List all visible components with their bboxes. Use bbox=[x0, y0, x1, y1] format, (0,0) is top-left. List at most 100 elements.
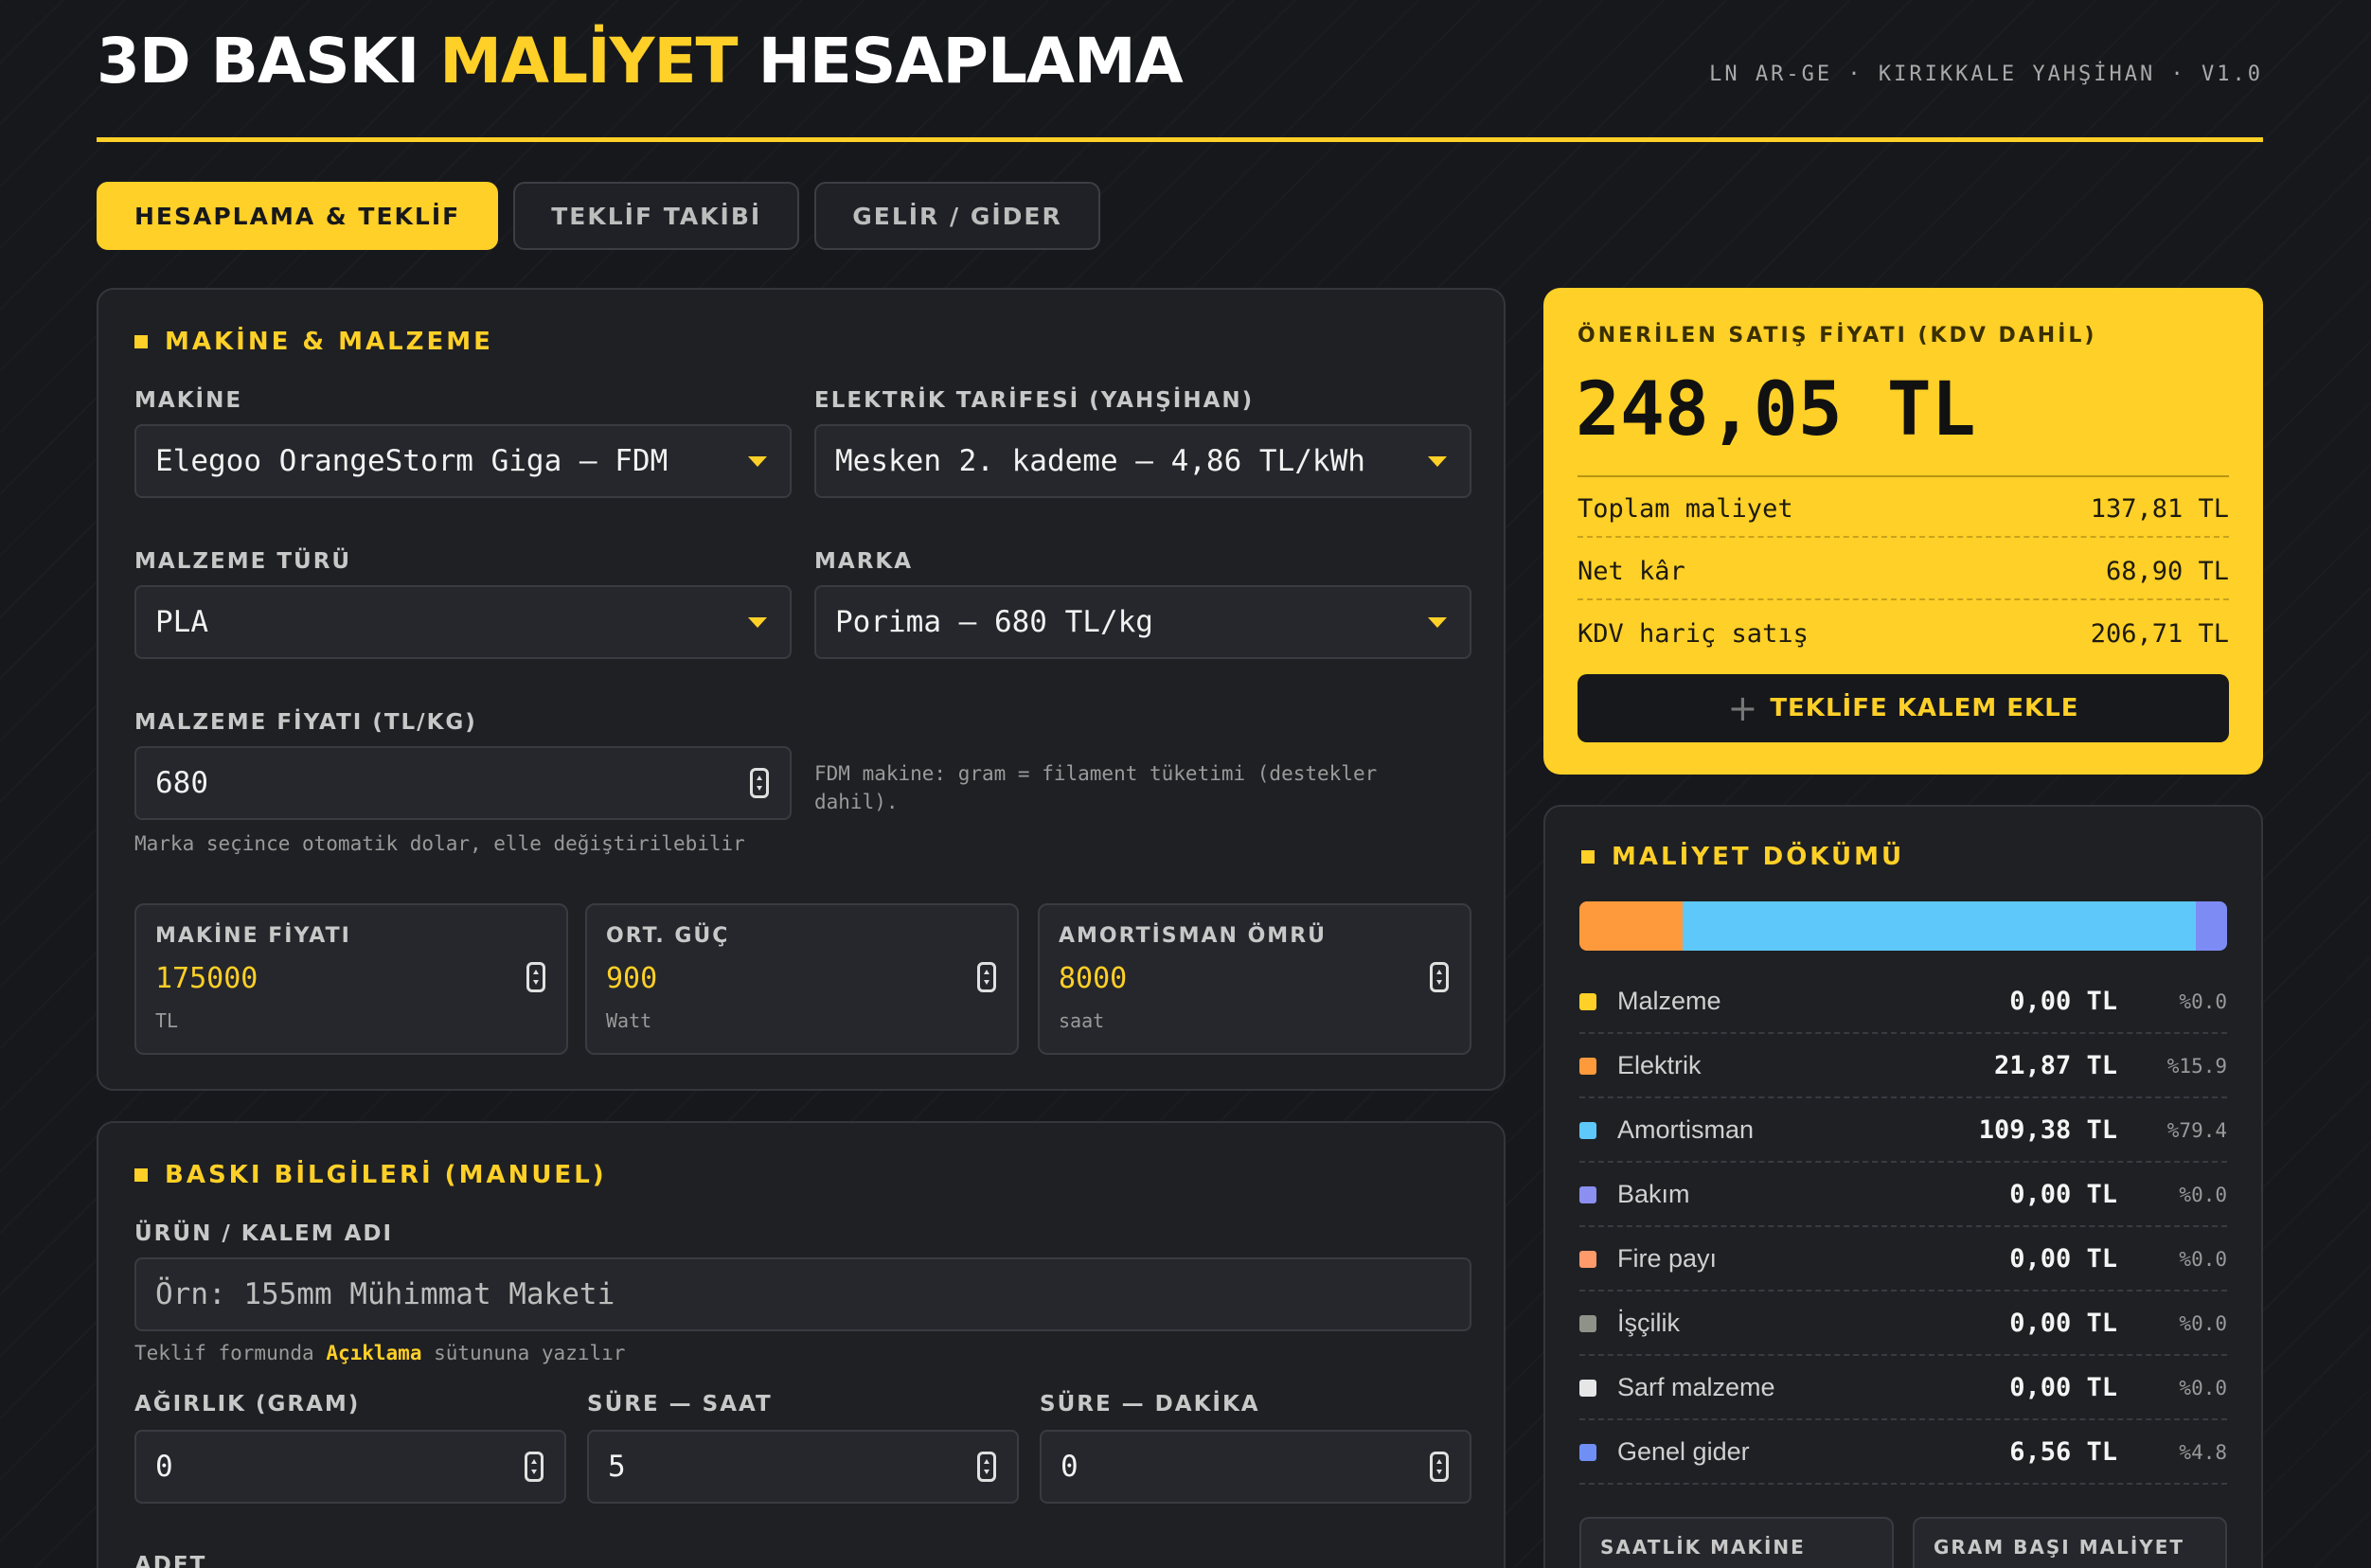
breakdown-row: Bakım 0,00 TL %0.0 bbox=[1579, 1163, 2227, 1227]
stepper-icon[interactable] bbox=[1430, 962, 1449, 992]
section-square-icon bbox=[1581, 850, 1595, 864]
bar-segment bbox=[1682, 901, 2197, 951]
cost-stacked-bar bbox=[1579, 901, 2227, 951]
material-type-select[interactable]: PLA bbox=[134, 585, 792, 659]
sale-excl-vat-row: KDV hariç satış 206,71 TL bbox=[1578, 619, 2229, 649]
main-tabs: HESAPLAMA & TEKLİF TEKLİF TAKİBİ GELİR /… bbox=[97, 182, 1100, 250]
breakdown-item-name: Genel gider bbox=[1617, 1437, 1750, 1466]
avg-power-label: ORT. GÜÇ bbox=[606, 924, 730, 948]
material-type-value: PLA bbox=[155, 605, 208, 639]
breakdown-item-percent: %0.0 bbox=[2179, 1377, 2227, 1399]
weight-label: AĞIRLIK (GRAM) bbox=[134, 1392, 361, 1417]
weight-input[interactable]: 0 bbox=[134, 1430, 566, 1504]
machine-section-title: MAKİNE & MALZEME bbox=[134, 328, 493, 356]
fdm-note: FDM makine: gram = filament tüketimi (de… bbox=[814, 762, 1378, 813]
tab-calculation[interactable]: HESAPLAMA & TEKLİF bbox=[97, 182, 499, 250]
title-part-2: MALİYET bbox=[439, 25, 738, 98]
breakdown-row: Sarf malzeme 0,00 TL %0.0 bbox=[1579, 1356, 2227, 1420]
amortization-card[interactable]: AMORTİSMAN ÖMRÜ 8000 saat bbox=[1038, 903, 1471, 1055]
amortization-unit: saat bbox=[1059, 1009, 1105, 1032]
divider bbox=[1578, 536, 2229, 538]
print-section-title-text: BASKI BİLGİLERİ (MANUEL) bbox=[165, 1161, 607, 1189]
avg-power-value[interactable]: 900 bbox=[606, 962, 657, 995]
breakdown-row: İşçilik 0,00 TL %0.0 bbox=[1579, 1292, 2227, 1356]
bar-segment bbox=[1579, 901, 1683, 951]
breakdown-row: Elektrik 21,87 TL %15.9 bbox=[1579, 1034, 2227, 1098]
machine-select-value: Elegoo OrangeStorm Giga — FDM bbox=[155, 444, 669, 478]
legend-swatch-icon bbox=[1579, 1122, 1596, 1139]
minutes-input[interactable]: 0 bbox=[1040, 1430, 1471, 1504]
minutes-label: SÜRE — DAKİKA bbox=[1040, 1392, 1260, 1417]
minutes-value: 0 bbox=[1061, 1450, 1079, 1484]
breakdown-item-percent: %15.9 bbox=[2166, 1055, 2227, 1078]
breakdown-item-amount: 0,00 TL bbox=[2009, 1373, 2117, 1402]
suggested-price-value: 248,05 TL bbox=[1576, 367, 1976, 453]
breakdown-item-percent: %0.0 bbox=[2179, 1312, 2227, 1335]
tariff-label: ELEKTRİK TARİFESİ (YAHŞİHAN) bbox=[814, 388, 1255, 413]
stepper-icon[interactable] bbox=[750, 768, 769, 798]
machine-material-panel: MAKİNE & MALZEME MAKİNE Elegoo OrangeSto… bbox=[97, 288, 1506, 1091]
total-cost-label: Toplam maliyet bbox=[1578, 494, 1793, 524]
divider bbox=[1578, 475, 2229, 477]
material-price-input[interactable]: 680 bbox=[134, 746, 792, 820]
breakdown-item-name: Bakım bbox=[1617, 1180, 1690, 1208]
tab-quote-tracking[interactable]: TEKLİF TAKİBİ bbox=[513, 182, 800, 250]
breakdown-item-percent: %0.0 bbox=[2179, 1248, 2227, 1271]
hint-text-bold: Açıklama bbox=[326, 1342, 422, 1364]
machine-price-value[interactable]: 175000 bbox=[155, 962, 258, 995]
brand-select[interactable]: Porima — 680 TL/kg bbox=[814, 585, 1471, 659]
brand-select-value: Porima — 680 TL/kg bbox=[835, 605, 1153, 639]
avg-power-unit: Watt bbox=[606, 1009, 652, 1032]
gram-cost-kpi: GRAM BAŞI MALİYET bbox=[1913, 1517, 2227, 1568]
avg-power-card[interactable]: ORT. GÜÇ 900 Watt bbox=[585, 903, 1019, 1055]
breakdown-item-name: Malzeme bbox=[1617, 987, 1721, 1015]
tariff-select[interactable]: Mesken 2. kademe — 4,86 TL/kWh bbox=[814, 424, 1471, 498]
breakdown-item-amount: 109,38 TL bbox=[1978, 1115, 2117, 1145]
sale-excl-vat-label: KDV hariç satış bbox=[1578, 619, 1809, 649]
breakdown-item-amount: 0,00 TL bbox=[2009, 1180, 2117, 1209]
stepper-icon[interactable] bbox=[526, 962, 545, 992]
legend-swatch-icon bbox=[1579, 1315, 1596, 1332]
machine-select[interactable]: Elegoo OrangeStorm Giga — FDM bbox=[134, 424, 792, 498]
breakdown-item-name: Fire payı bbox=[1617, 1244, 1718, 1273]
product-name-hint: Teklif formunda Açıklama sütununa yazılı… bbox=[134, 1339, 625, 1367]
title-part-3: HESAPLAMA bbox=[758, 25, 1184, 98]
product-name-input[interactable]: Örn: 155mm Mühimmat Maketi bbox=[134, 1257, 1471, 1331]
stepper-icon[interactable] bbox=[977, 962, 996, 992]
stepper-icon[interactable] bbox=[525, 1452, 544, 1482]
total-cost-row: Toplam maliyet 137,81 TL bbox=[1578, 494, 2229, 524]
material-price-value: 680 bbox=[155, 766, 208, 800]
tab-income-expense[interactable]: GELİR / GİDER bbox=[814, 182, 1100, 250]
breakdown-item-percent: %0.0 bbox=[2179, 990, 2227, 1013]
sale-excl-vat-value: 206,71 TL bbox=[2090, 619, 2229, 649]
material-type-label: MALZEME TÜRÜ bbox=[134, 549, 352, 574]
add-quote-item-button[interactable]: + TEKLİFE KALEM EKLE bbox=[1578, 674, 2229, 742]
breakdown-row: Amortisman 109,38 TL %79.4 bbox=[1579, 1098, 2227, 1163]
brand-label: MARKA bbox=[814, 549, 914, 574]
hours-input[interactable]: 5 bbox=[587, 1430, 1019, 1504]
breakdown-item-amount: 0,00 TL bbox=[2009, 987, 2117, 1016]
cost-breakdown-panel: MALİYET DÖKÜMÜ Malzeme 0,00 TL %0.0 Elektri… bbox=[1543, 805, 2263, 1568]
stepper-icon[interactable] bbox=[977, 1452, 996, 1482]
material-price-label: MALZEME FİYATI (TL/KG) bbox=[134, 710, 477, 735]
hourly-machine-label: SAATLİK MAKİNE bbox=[1600, 1536, 1806, 1559]
bar-segment bbox=[2196, 901, 2227, 951]
machine-price-card[interactable]: MAKİNE FİYATI 175000 TL bbox=[134, 903, 568, 1055]
breakdown-section-title-text: MALİYET DÖKÜMÜ bbox=[1612, 843, 1905, 871]
breakdown-item-name: İşçilik bbox=[1617, 1309, 1680, 1337]
hourly-machine-kpi: SAATLİK MAKİNE bbox=[1579, 1517, 1894, 1568]
divider bbox=[1578, 598, 2229, 600]
net-profit-label: Net kâr bbox=[1578, 557, 1685, 586]
breakdown-item-amount: 0,00 TL bbox=[2009, 1244, 2117, 1274]
print-info-panel: BASKI BİLGİLERİ (MANUEL) ÜRÜN / KALEM AD… bbox=[97, 1121, 1506, 1568]
net-profit-value: 68,90 TL bbox=[2105, 557, 2229, 586]
breakdown-row: Genel gider 6,56 TL %4.8 bbox=[1579, 1420, 2227, 1485]
legend-swatch-icon bbox=[1579, 993, 1596, 1010]
amortization-value[interactable]: 8000 bbox=[1059, 962, 1127, 995]
product-name-label: ÜRÜN / KALEM ADI bbox=[134, 1221, 394, 1246]
amortization-label: AMORTİSMAN ÖMRÜ bbox=[1059, 924, 1327, 948]
page-title: 3D BASKI MALİYET HESAPLAMA bbox=[97, 25, 1184, 98]
breakdown-row: Fire payı 0,00 TL %0.0 bbox=[1579, 1227, 2227, 1292]
suggested-price-card: ÖNERİLEN SATIŞ FİYATI (KDV DAHİL) 248,05… bbox=[1543, 288, 2263, 775]
stepper-icon[interactable] bbox=[1430, 1452, 1449, 1482]
